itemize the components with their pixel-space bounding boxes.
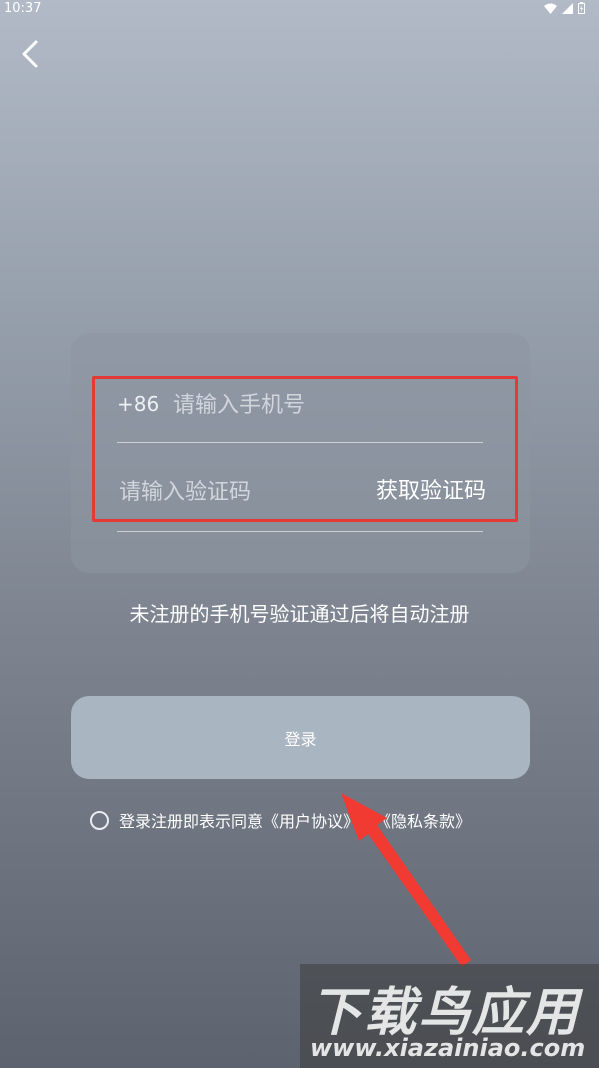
code-divider [117, 531, 483, 532]
watermark: 下载鸟应用 www.xiazainiao.com [300, 964, 599, 1068]
highlight-box [92, 376, 518, 522]
login-button[interactable]: 登录 [71, 696, 530, 779]
auto-register-hint: 未注册的手机号验证通过后将自动注册 [129, 602, 470, 626]
signal-icon [562, 2, 573, 14]
red-arrow-annotation [341, 793, 471, 967]
chevron-left-icon [22, 40, 38, 68]
status-icons [544, 2, 585, 14]
agreement-checkbox[interactable] [90, 810, 109, 830]
back-button[interactable] [14, 38, 48, 72]
wifi-icon [544, 3, 557, 14]
battery-icon [578, 2, 585, 14]
status-bar: 10:37 [0, 0, 599, 18]
status-time: 10:37 [4, 1, 42, 16]
watermark-url: www.xiazainiao.com [310, 1034, 586, 1062]
